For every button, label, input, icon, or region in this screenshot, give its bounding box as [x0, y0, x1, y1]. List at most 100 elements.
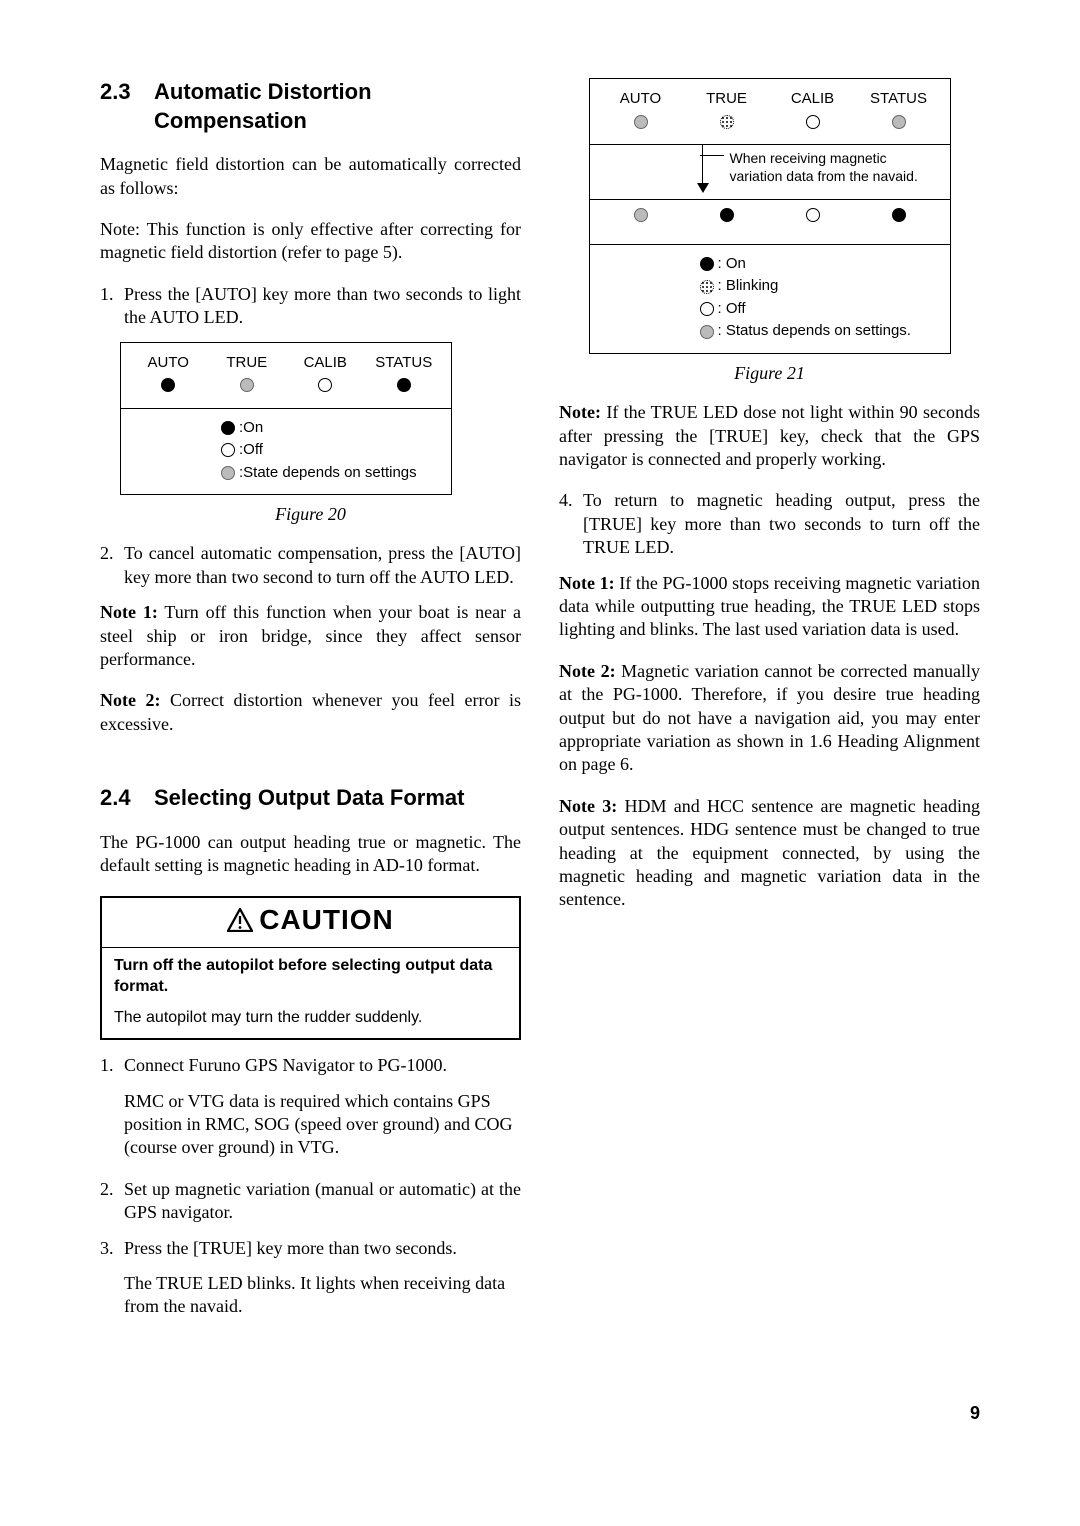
legend-text: :State depends on settings	[239, 462, 417, 485]
figure-caption: Figure 21	[559, 362, 980, 385]
led-on-icon	[161, 378, 175, 392]
figure-legend: : On : Blinking : Off : Status depends o…	[590, 245, 950, 353]
legend-text: : Off	[718, 298, 746, 321]
led-on-icon	[221, 421, 235, 435]
led-on-icon	[700, 257, 714, 271]
figure-21: AUTO TRUE CALIB STATUS When receiving ma…	[589, 78, 951, 354]
led-row-bottom	[590, 200, 950, 238]
led-grey-icon	[700, 325, 714, 339]
list-marker: 1.	[100, 283, 124, 330]
note-2: Note 2: Magnetic variation cannot be cor…	[559, 660, 980, 777]
led-label: STATUS	[864, 89, 934, 109]
paragraph: Magnetic field distortion can be automat…	[100, 153, 521, 200]
figure-caption: Figure 20	[100, 503, 521, 526]
note-body: Turn off this function when your boat is…	[100, 602, 521, 669]
legend-text: : Blinking	[718, 275, 779, 298]
heading-2-4: 2.4 Selecting Output Data Format	[100, 784, 521, 813]
legend-text: : On	[718, 253, 746, 276]
list-item: 3. Press the [TRUE] key more than two se…	[100, 1237, 521, 1260]
caution-body: Turn off the autopilot before selecting …	[102, 948, 519, 1038]
led-label: STATUS	[369, 353, 439, 373]
note-label: Note 1:	[100, 602, 158, 622]
figure-legend: :On :Off :State depends on settings	[121, 409, 451, 495]
list-marker: 2.	[100, 542, 124, 589]
figure-20: AUTO TRUE CALIB STATUS :On :Off :State d…	[120, 342, 452, 496]
caution-bold: Turn off the autopilot before selecting …	[114, 956, 507, 998]
led-on-icon	[720, 208, 734, 222]
led-status: STATUS	[369, 353, 439, 398]
note-body: HDM and HCC sentence are magnetic headin…	[559, 796, 980, 910]
list-body: To cancel automatic compensation, press …	[124, 542, 521, 589]
note-body: If the TRUE LED dose not light within 90…	[559, 402, 980, 469]
list-body: Press the [AUTO] key more than two secon…	[124, 283, 521, 330]
page-columns: 2.3 Automatic Distortion Compensation Ma…	[100, 78, 980, 1378]
list-body: Connect Furuno GPS Navigator to PG-1000.	[124, 1054, 521, 1077]
page-number: 9	[100, 1402, 980, 1425]
note-label: Note 1:	[559, 573, 615, 593]
led-on-icon	[892, 208, 906, 222]
list-item: 2. To cancel automatic compensation, pre…	[100, 542, 521, 589]
list-item: 2. Set up magnetic variation (manual or …	[100, 1178, 521, 1225]
led-grey-icon	[240, 378, 254, 392]
list-marker: 4.	[559, 489, 583, 559]
caution-header: CAUTION	[102, 898, 519, 948]
list-body: Set up magnetic variation (manual or aut…	[124, 1178, 521, 1225]
list-marker: 1.	[100, 1054, 124, 1077]
list-body: Press the [TRUE] key more than two secon…	[124, 1237, 521, 1260]
note-2: Note 2: Correct distortion whenever you …	[100, 689, 521, 736]
led-row: AUTO TRUE CALIB STATUS	[121, 343, 451, 402]
list-body: To return to magnetic heading output, pr…	[583, 489, 980, 559]
list-sub: The TRUE LED blinks. It lights when rece…	[100, 1272, 521, 1319]
heading-title: Automatic Distortion Compensation	[154, 78, 521, 135]
led-auto: AUTO	[133, 353, 203, 398]
list-item: 1. Connect Furuno GPS Navigator to PG-10…	[100, 1054, 521, 1077]
note-body: Magnetic variation cannot be corrected m…	[559, 661, 980, 775]
heading-title: Selecting Output Data Format	[154, 784, 464, 813]
note-1: Note 1: Turn off this function when your…	[100, 601, 521, 671]
led-row-top: AUTO TRUE CALIB STATUS	[590, 79, 950, 138]
led-off-icon	[221, 443, 235, 457]
paragraph: The PG-1000 can output heading true or m…	[100, 831, 521, 878]
note-label: Note 2:	[100, 690, 161, 710]
led-calib: CALIB	[290, 353, 360, 398]
note-body: If the PG-1000 stops receiving magnetic …	[559, 573, 980, 640]
led-label: TRUE	[212, 353, 282, 373]
led-label: TRUE	[692, 89, 762, 109]
continued-text: RMC or VTG data is required which contai…	[100, 1090, 521, 1160]
led-label: AUTO	[133, 353, 203, 373]
list-marker: 3.	[100, 1237, 124, 1260]
note-label: Note:	[559, 402, 601, 422]
led-label: AUTO	[606, 89, 676, 109]
paragraph: Note: This function is only effective af…	[100, 218, 521, 265]
led-grey-icon	[221, 466, 235, 480]
arrow-note: When receiving magnetic variation data f…	[590, 145, 950, 193]
arrow-down-icon	[697, 183, 709, 193]
led-label: CALIB	[778, 89, 848, 109]
heading-2-3: 2.3 Automatic Distortion Compensation	[100, 78, 521, 135]
note-label: Note 2:	[559, 661, 616, 681]
led-grey-icon	[634, 208, 648, 222]
led-grey-icon	[634, 115, 648, 129]
caution-title: CAUTION	[259, 904, 394, 935]
led-off-icon	[806, 115, 820, 129]
led-off-icon	[806, 208, 820, 222]
led-on-icon	[397, 378, 411, 392]
note-label: Note 3:	[559, 796, 617, 816]
legend-text: : Status depends on settings.	[718, 320, 911, 343]
warning-icon	[227, 905, 253, 941]
led-blink-icon	[700, 280, 714, 294]
note-body: Correct distortion whenever you feel err…	[100, 690, 521, 733]
list-item: 1. Press the [AUTO] key more than two se…	[100, 283, 521, 330]
led-label: CALIB	[290, 353, 360, 373]
led-true: TRUE	[212, 353, 282, 398]
note-3: Note 3: HDM and HCC sentence are magneti…	[559, 795, 980, 912]
caution-text: The autopilot may turn the rudder sudden…	[114, 1008, 507, 1029]
led-off-icon	[318, 378, 332, 392]
arrow-text: When receiving magnetic variation data f…	[730, 150, 918, 184]
legend-text: :Off	[239, 439, 263, 462]
led-grey-icon	[892, 115, 906, 129]
list-item: 4. To return to magnetic heading output,…	[559, 489, 980, 559]
legend-text: :On	[239, 417, 263, 440]
heading-number: 2.4	[100, 784, 154, 813]
list-marker: 2.	[100, 1178, 124, 1225]
